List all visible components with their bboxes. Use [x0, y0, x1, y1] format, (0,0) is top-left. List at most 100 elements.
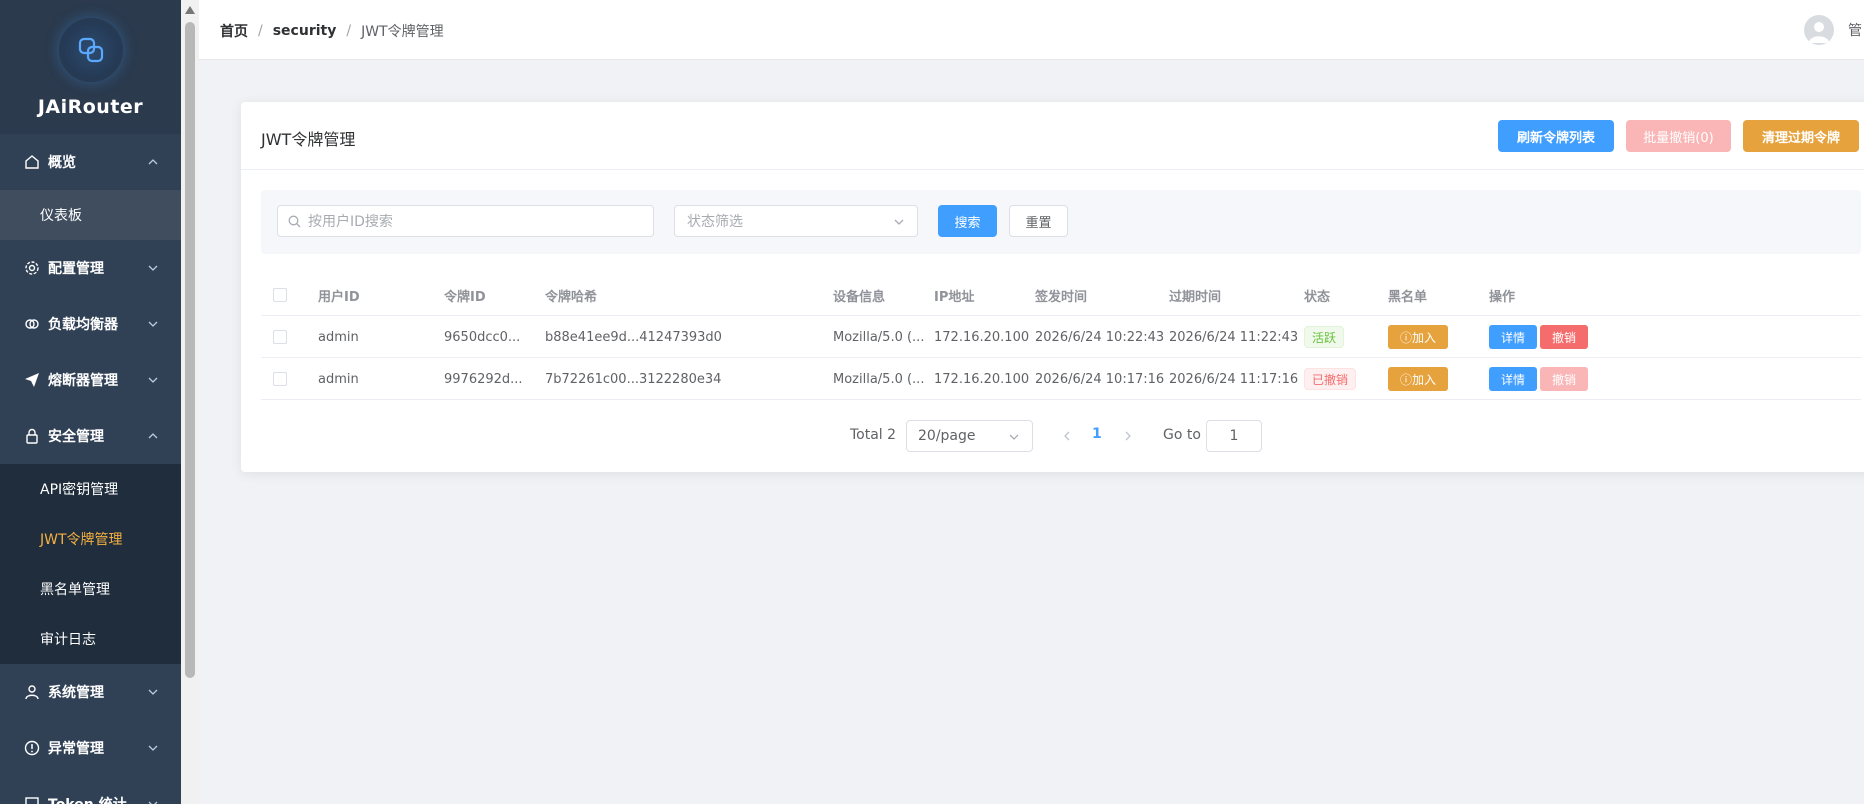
col-status: 状态	[1304, 289, 1331, 305]
menu-token-stats[interactable]: Token 统计	[0, 776, 181, 804]
menu-label: 负载均衡器	[48, 317, 118, 333]
sidebar-item-dashboard[interactable]: 仪表板	[0, 190, 181, 240]
goto-label: Go to	[1163, 427, 1201, 443]
paper-plane-icon	[24, 372, 40, 388]
add-blacklist-button[interactable]: ⓘ加入	[1388, 367, 1448, 391]
col-token-id: 令牌ID	[444, 289, 486, 305]
prev-page-icon[interactable]	[1060, 429, 1074, 443]
logo-area: JAiRouter	[0, 0, 181, 134]
security-submenu: API密钥管理 JWT令牌管理 黑名单管理 审计日志	[0, 464, 181, 664]
chevron-down-icon	[148, 265, 158, 271]
gear-icon	[24, 260, 40, 276]
chevron-down-icon	[1009, 434, 1019, 440]
breadcrumb-separator: /	[346, 23, 352, 39]
sidebar-item-api-keys[interactable]: API密钥管理	[0, 464, 181, 514]
clean-expired-tokens-button[interactable]: 清理过期令牌	[1743, 120, 1859, 152]
cell-ip: 172.16.20.100	[934, 371, 1030, 387]
scroll-up-arrow-icon[interactable]	[185, 6, 195, 14]
next-page-icon[interactable]	[1121, 429, 1135, 443]
chevron-up-icon	[148, 159, 158, 165]
col-device: 设备信息	[833, 289, 886, 305]
menu-label: 配置管理	[48, 261, 104, 277]
menu-system[interactable]: 系统管理	[0, 664, 181, 720]
status-badge: 已撤销	[1304, 368, 1357, 390]
col-expires: 过期时间	[1169, 289, 1222, 305]
search-button[interactable]: 搜索	[938, 205, 997, 237]
add-blacklist-button[interactable]: ⓘ加入	[1388, 325, 1448, 349]
status-badge: 活跃	[1304, 326, 1345, 348]
token-table: 用户ID 令牌ID 令牌哈希 设备信息 IP地址 签发时间 过期时间 状态 黑名…	[261, 274, 1861, 400]
row-checkbox[interactable]	[273, 330, 287, 344]
menu-label: Token 统计	[48, 794, 127, 804]
user-name[interactable]: 管	[1848, 20, 1862, 40]
logo-icon	[78, 37, 103, 63]
select-all-checkbox[interactable]	[273, 288, 287, 302]
page-number-current[interactable]: 1	[1092, 426, 1102, 442]
top-header: 首页 / security / JWT令牌管理 管	[199, 0, 1864, 60]
menu-load-balancer[interactable]: 负载均衡器	[0, 296, 181, 352]
col-actions: 操作	[1489, 289, 1516, 305]
user-icon	[24, 684, 40, 700]
breadcrumb-home[interactable]: 首页	[220, 21, 248, 41]
batch-revoke-button[interactable]: 批量撤销(0)	[1626, 120, 1731, 152]
pagination-total: Total 2	[850, 427, 897, 443]
menu-config[interactable]: 配置管理	[0, 240, 181, 296]
menu-exceptions[interactable]: 异常管理	[0, 720, 181, 776]
menu-overview[interactable]: 概览	[0, 134, 181, 190]
goto-page-input[interactable]: 1	[1206, 420, 1262, 452]
breadcrumb: 首页 / security / JWT令牌管理	[220, 21, 444, 41]
breadcrumb-separator: /	[258, 23, 263, 39]
menu-circuit-breaker[interactable]: 熔断器管理	[0, 352, 181, 408]
menu-label: 安全管理	[48, 429, 104, 445]
table-header-row: 用户ID 令牌ID 令牌哈希 设备信息 IP地址 签发时间 过期时间 状态 黑名…	[261, 274, 1861, 316]
pagination: Total 2 20/page 1 Go to 1	[241, 420, 1864, 452]
chevron-down-icon	[148, 745, 158, 751]
cell-token-hash: 7b72261c00...3122280e34	[545, 371, 722, 387]
sidebar-item-audit-log[interactable]: 审计日志	[0, 614, 181, 664]
detail-button[interactable]: 详情	[1489, 367, 1537, 391]
cell-issued: 2026/6/24 10:22:43	[1035, 329, 1165, 345]
page-size-value: 20/page	[918, 428, 976, 444]
menu-label: 异常管理	[48, 741, 104, 757]
jwt-token-card: JWT令牌管理 刷新令牌列表 批量撤销(0) 清理过期令牌 按用户ID搜索 状态…	[241, 102, 1864, 472]
breadcrumb-security[interactable]: security	[273, 23, 337, 39]
table-row: admin 9976292d... 7b72261c00...3122280e3…	[261, 358, 1861, 400]
filter-bar: 按用户ID搜索 状态筛选 搜索 重置	[261, 190, 1861, 254]
user-id-search-input[interactable]: 按用户ID搜索	[277, 205, 654, 237]
menu-label: 熔断器管理	[48, 373, 118, 389]
cell-token-hash: b88e41ee9d...41247393d0	[545, 329, 722, 345]
col-ip: IP地址	[934, 289, 975, 305]
sidebar-item-blacklist[interactable]: 黑名单管理	[0, 564, 181, 614]
sidebar-item-jwt-tokens[interactable]: JWT令牌管理	[0, 514, 181, 564]
alert-circle-icon	[24, 740, 40, 756]
col-blacklist: 黑名单	[1388, 289, 1428, 305]
refresh-token-list-button[interactable]: 刷新令牌列表	[1498, 120, 1614, 152]
detail-button[interactable]: 详情	[1489, 325, 1537, 349]
chevron-down-icon	[148, 689, 158, 695]
revoke-button-disabled[interactable]: 撤销	[1540, 367, 1588, 391]
chevron-down-icon	[148, 377, 158, 383]
avatar[interactable]	[1804, 15, 1834, 45]
status-filter-select[interactable]: 状态筛选	[674, 205, 918, 237]
revoke-button[interactable]: 撤销	[1540, 325, 1588, 349]
cell-expires: 2026/6/24 11:17:16	[1169, 371, 1299, 387]
cell-user-id: admin	[318, 371, 359, 387]
app-name: JAiRouter	[37, 96, 144, 118]
sidebar-scrollbar[interactable]	[181, 0, 199, 804]
sidebar: JAiRouter 概览 仪表板 配置管理 负载均衡器 熔断器管理 安全管理 A…	[0, 0, 181, 804]
breadcrumb-current: JWT令牌管理	[361, 24, 444, 40]
menu-label: 系统管理	[48, 685, 104, 701]
chevron-up-icon	[148, 433, 158, 439]
row-checkbox[interactable]	[273, 372, 287, 386]
page-size-select[interactable]: 20/page	[906, 420, 1033, 452]
user-avatar-icon	[1809, 22, 1829, 43]
chevron-down-icon	[148, 801, 158, 804]
scroll-thumb[interactable]	[185, 22, 195, 678]
col-token-hash: 令牌哈希	[545, 289, 598, 305]
cell-ip: 172.16.20.100	[934, 329, 1030, 345]
lock-icon	[24, 428, 40, 444]
reset-button[interactable]: 重置	[1009, 205, 1068, 237]
menu-security[interactable]: 安全管理	[0, 408, 181, 464]
app-logo[interactable]	[58, 18, 123, 82]
cell-user-id: admin	[318, 329, 359, 345]
